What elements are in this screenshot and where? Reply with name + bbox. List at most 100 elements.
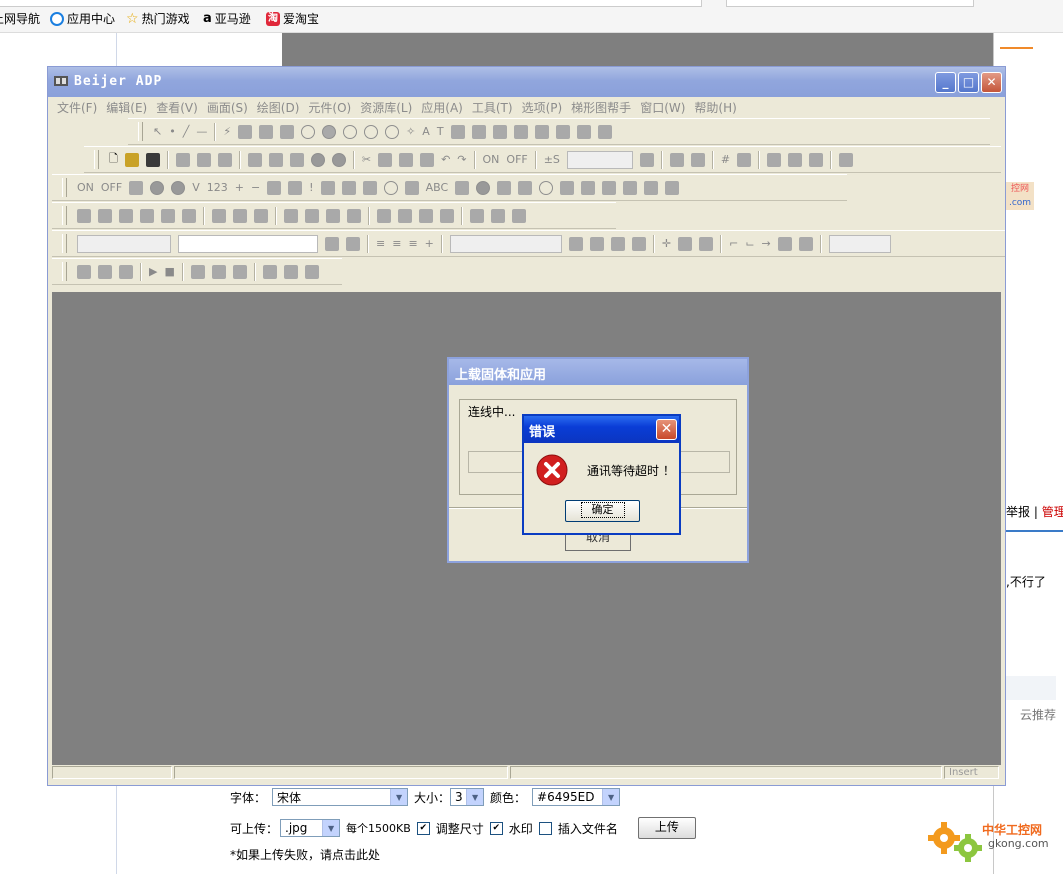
bookmark-amazon[interactable]: a 亚马逊 — [203, 10, 251, 27]
star-shape-icon[interactable]: ✧ — [406, 125, 415, 138]
grid-icon[interactable] — [513, 124, 528, 139]
dial-icon[interactable] — [476, 180, 491, 195]
space-v-icon[interactable] — [305, 208, 319, 223]
same-width-icon[interactable] — [212, 208, 226, 223]
undo-icon[interactable]: ↶ — [441, 153, 450, 166]
align-icon[interactable] — [669, 152, 684, 167]
dialog-titlebar[interactable]: 上载固体和应用 — [449, 359, 747, 385]
copy-icon[interactable] — [378, 152, 393, 167]
color-combo[interactable] — [449, 234, 562, 253]
coil-icon[interactable] — [798, 236, 813, 251]
menu-options[interactable]: 选项(P) — [522, 99, 563, 116]
pointer-icon[interactable]: ↖ — [153, 125, 162, 138]
password-icon[interactable] — [304, 264, 319, 279]
clock-icon[interactable] — [539, 180, 554, 195]
color-select[interactable]: #6495ED ▼ — [532, 788, 621, 806]
fill-color-icon[interactable] — [568, 236, 583, 251]
upload-fail-link[interactable]: *如果上传失败，请点击此处 — [230, 846, 380, 863]
size-combo[interactable] — [178, 234, 318, 253]
ungroup-icon[interactable] — [491, 208, 505, 223]
meter-icon[interactable] — [171, 180, 186, 195]
dec-icon[interactable]: − — [251, 181, 260, 194]
copy-project-icon[interactable] — [211, 264, 226, 279]
play-icon[interactable]: ▶ — [149, 265, 157, 278]
text-right-icon[interactable]: ≡ — [408, 237, 417, 250]
grid-toggle-icon[interactable]: # — [721, 153, 730, 166]
bookmark-app-center[interactable]: 应用中心 — [50, 10, 115, 27]
save-icon[interactable] — [145, 152, 160, 167]
cell-icon[interactable] — [678, 236, 693, 251]
same-height-icon[interactable] — [233, 208, 247, 223]
line-color-icon[interactable] — [589, 236, 604, 251]
upload-type-select[interactable]: .jpg ▼ — [280, 819, 341, 837]
tree-icon[interactable] — [217, 152, 232, 167]
lock-open-icon[interactable] — [283, 264, 298, 279]
menu-window[interactable]: 窗口(W) — [640, 99, 685, 116]
pin-icon[interactable] — [690, 152, 705, 167]
ladder-step-icon[interactable]: ⌐ — [729, 237, 738, 250]
error-titlebar[interactable]: 错误 ✕ — [524, 416, 679, 443]
align-middle-icon[interactable] — [161, 208, 175, 223]
map-icon[interactable] — [665, 180, 680, 195]
ellipse-icon[interactable] — [343, 124, 358, 139]
bookmark-taobao[interactable]: 淘 爱淘宝 — [266, 10, 319, 27]
resize-checkbox[interactable]: ✔ — [416, 821, 430, 835]
menu-library[interactable]: 资源库(L) — [360, 99, 412, 116]
arrow-right-icon[interactable]: → — [762, 237, 771, 250]
align-left-icon[interactable] — [77, 208, 91, 223]
lamp-on-icon[interactable]: ON — [77, 181, 94, 194]
menu-application[interactable]: 应用(A) — [421, 99, 463, 116]
digital-icon[interactable] — [404, 180, 419, 195]
hline-icon[interactable]: — — [196, 125, 207, 138]
lock-icon[interactable] — [262, 264, 277, 279]
status-icon[interactable] — [190, 264, 205, 279]
text-center-icon[interactable]: ≡ — [392, 237, 401, 250]
edit-project-icon[interactable] — [232, 264, 247, 279]
transfer-icon[interactable] — [767, 152, 782, 167]
menu-edit[interactable]: 编辑(E) — [106, 99, 147, 116]
forward-one-icon[interactable] — [419, 208, 433, 223]
font-select[interactable]: 宋体 ▼ — [272, 788, 409, 806]
menu-file[interactable]: 文件(F) — [57, 99, 97, 116]
picture-icon[interactable] — [341, 180, 356, 195]
center-h-icon[interactable] — [326, 208, 340, 223]
ladder-up-icon[interactable]: ⌙ — [745, 237, 754, 250]
dot-icon[interactable]: • — [169, 125, 176, 138]
menu-screen[interactable]: 画面(S) — [207, 99, 248, 116]
bar-icon[interactable] — [129, 180, 144, 195]
back-one-icon[interactable] — [440, 208, 454, 223]
rect-icon[interactable] — [238, 124, 253, 139]
filled-circle-icon[interactable] — [322, 124, 337, 139]
lamp-off-icon[interactable]: OFF — [101, 181, 122, 194]
group-icon[interactable] — [470, 208, 484, 223]
chart-icon[interactable] — [555, 124, 570, 139]
screen-button-icon[interactable] — [560, 180, 575, 195]
signal-icon[interactable]: ±S — [544, 153, 560, 166]
film-icon[interactable] — [644, 180, 659, 195]
menu-ladder-helper[interactable]: 梯形图帮手 — [571, 99, 631, 116]
import-icon[interactable] — [788, 152, 803, 167]
paste-icon[interactable] — [399, 152, 414, 167]
font-size-icon[interactable] — [325, 236, 339, 251]
chart-screen-icon[interactable] — [98, 264, 112, 279]
toolbar-combo[interactable] — [566, 150, 633, 169]
send-back-icon[interactable] — [398, 208, 412, 223]
parallelogram-icon[interactable] — [280, 124, 295, 139]
hand-icon[interactable] — [267, 180, 282, 195]
screen-icon[interactable] — [247, 152, 262, 167]
list-icon[interactable] — [602, 180, 617, 195]
slider-icon[interactable] — [534, 124, 549, 139]
frame-icon[interactable] — [471, 124, 486, 139]
thermometer-icon[interactable] — [455, 180, 470, 195]
manage-link[interactable]: 管理 — [1042, 505, 1063, 519]
numeric-icon[interactable]: 123 — [207, 181, 228, 194]
pattern-icon[interactable] — [610, 236, 625, 251]
symbol-icon[interactable] — [576, 124, 591, 139]
bitmap-icon[interactable] — [450, 124, 465, 139]
chip-icon[interactable] — [699, 236, 714, 251]
find-icon[interactable] — [420, 152, 435, 167]
size-select[interactable]: 3 ▼ — [450, 788, 485, 806]
bookmark-games[interactable]: ☆ 热门游戏 — [126, 10, 190, 27]
v-icon[interactable]: V — [192, 181, 200, 194]
calendar-icon[interactable] — [497, 180, 512, 195]
